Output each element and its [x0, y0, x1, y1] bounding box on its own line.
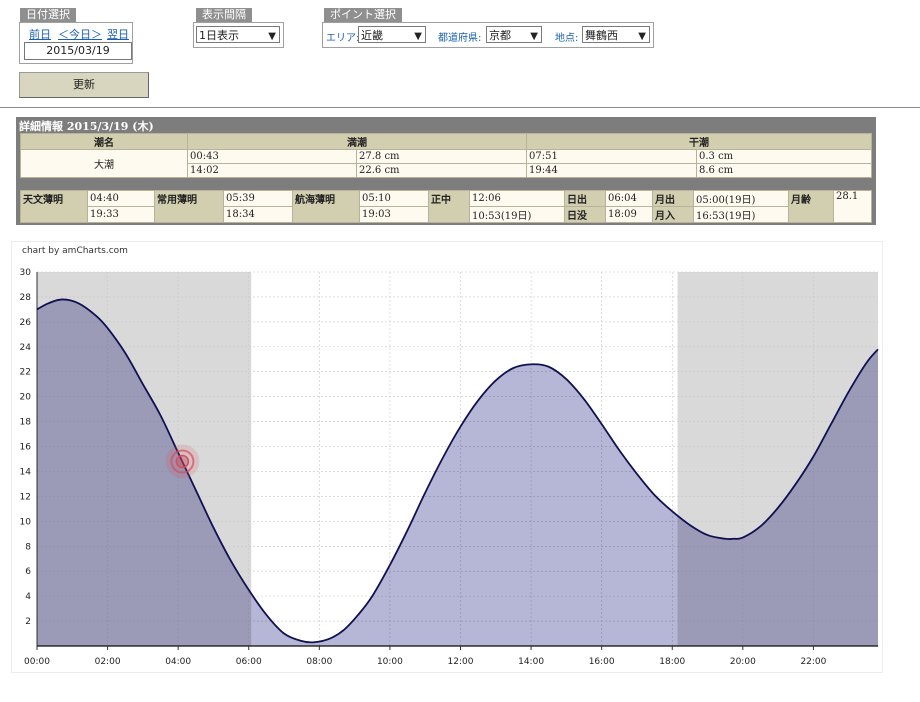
x-tick-label: 20:00 — [730, 657, 756, 667]
x-tick-label: 16:00 — [589, 657, 615, 667]
y-tick-label: 14 — [20, 467, 32, 477]
y-tick-label: 28 — [20, 293, 32, 303]
x-tick-label: 00:00 — [24, 657, 50, 667]
y-tick-label: 22 — [20, 368, 31, 378]
y-tick-label: 4 — [25, 592, 31, 602]
tide-chart[interactable]: 24681012141618202224262830 00:00 02:00 04:… — [0, 0, 920, 702]
y-tick-label: 24 — [20, 343, 32, 353]
x-tick-label: 22:00 — [800, 657, 826, 667]
y-tick-label: 30 — [20, 268, 32, 278]
x-tick-label: 02:00 — [95, 657, 121, 667]
y-tick-label: 26 — [20, 318, 32, 328]
x-tick-label: 12:00 — [448, 657, 474, 667]
y-tick-label: 10 — [20, 517, 32, 527]
x-tick-label: 18:00 — [659, 657, 685, 667]
y-tick-label: 6 — [25, 567, 31, 577]
y-tick-label: 12 — [20, 492, 31, 502]
x-tick-label: 08:00 — [306, 657, 332, 667]
y-tick-label: 20 — [20, 393, 32, 403]
cursor-point[interactable] — [175, 454, 190, 469]
y-tick-label: 18 — [20, 418, 32, 428]
y-tick-label: 8 — [25, 542, 31, 552]
y-tick-label: 16 — [20, 443, 32, 453]
x-tick-label: 06:00 — [236, 657, 262, 667]
y-tick-label: 2 — [25, 617, 31, 627]
x-tick-label: 04:00 — [165, 657, 191, 667]
x-tick-label: 14:00 — [518, 657, 544, 667]
x-tick-label: 10:00 — [377, 657, 403, 667]
